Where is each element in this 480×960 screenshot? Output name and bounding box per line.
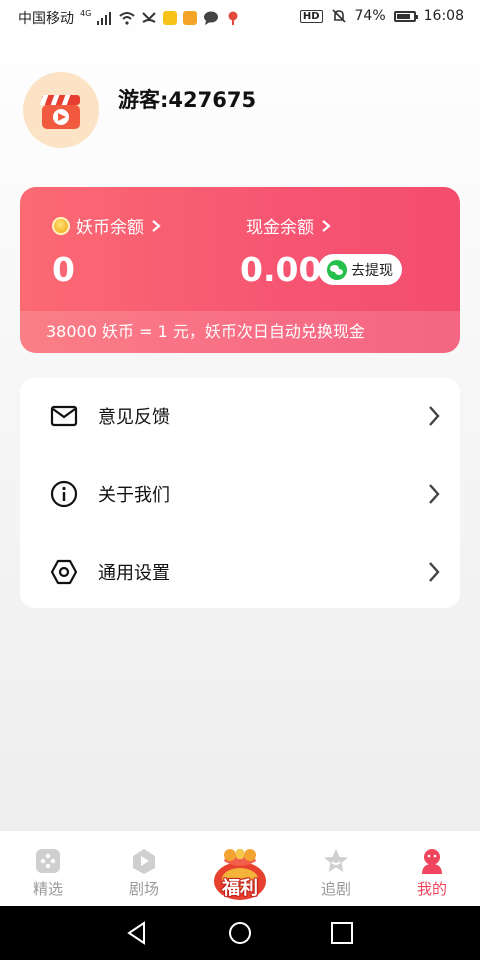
nav-tab-featured[interactable]: 精选 xyxy=(0,831,96,907)
info-icon xyxy=(50,480,78,508)
chevron-right-icon xyxy=(429,562,440,582)
avatar[interactable] xyxy=(23,72,99,148)
chevron-right-icon xyxy=(152,219,161,232)
clock: 16:08 xyxy=(423,8,464,24)
welfare-tab-label[interactable]: 福利 xyxy=(212,874,268,900)
carrier-name: 中国移动 xyxy=(18,11,74,27)
coin-icon xyxy=(52,216,70,235)
hd-badge: HD xyxy=(299,9,323,23)
menu-label: 通用设置 xyxy=(98,563,170,584)
tv-app-icon xyxy=(163,11,178,25)
nav-tab-mine[interactable]: 我的 xyxy=(384,831,480,907)
network-type: 4G xyxy=(80,8,92,18)
message-icon xyxy=(204,11,219,25)
app-notification-icon xyxy=(183,11,198,25)
exchange-note: 38000 妖币 = 1 元，妖币次日自动兑换现金 xyxy=(20,311,460,353)
nav-tab-following[interactable]: 追剧 xyxy=(288,831,384,907)
settings-hexagon-icon xyxy=(50,559,78,585)
menu-item-feedback[interactable]: 意见反馈 xyxy=(20,386,460,446)
coin-balance-value: 0 xyxy=(52,250,75,289)
play-icon xyxy=(133,849,155,874)
star-icon xyxy=(324,849,348,872)
chevron-right-icon xyxy=(322,219,331,232)
cash-balance-link[interactable]: 现金余额 xyxy=(246,213,332,238)
nav-tab-theater[interactable]: 剧场 xyxy=(96,831,192,907)
nav-label: 剧场 xyxy=(128,880,159,898)
recents-icon[interactable] xyxy=(329,920,355,946)
wechat-icon xyxy=(327,259,347,280)
menu-label: 意见反馈 xyxy=(98,407,170,428)
battery-percent: 74% xyxy=(354,8,386,24)
nav-label: 精选 xyxy=(32,880,63,898)
chevron-right-icon xyxy=(429,484,440,504)
cash-balance-value: 0.00 xyxy=(240,250,322,289)
username: 游客:427675 xyxy=(118,88,257,112)
home-icon[interactable] xyxy=(227,920,253,946)
status-bar: 中国移动 4G HD 74% 16:08 xyxy=(0,0,480,34)
user-icon xyxy=(422,849,442,874)
signal-icon xyxy=(97,12,112,25)
wallet-card: 妖币余额 0 现金余额 0.00 去提现 38000 妖币 = 1 元，妖币次日… xyxy=(20,187,460,353)
withdraw-label: 去提现 xyxy=(351,262,393,279)
coin-balance-label: 妖币余额 xyxy=(76,218,144,238)
missed-call-icon xyxy=(142,12,157,23)
nav-label: 追剧 xyxy=(320,880,351,898)
system-nav-bar xyxy=(0,906,480,960)
cash-balance-label: 现金余额 xyxy=(246,218,314,238)
menu-item-about[interactable]: 关于我们 xyxy=(20,464,460,524)
location-icon xyxy=(228,11,238,25)
battery-icon xyxy=(393,10,418,22)
clapperboard-icon xyxy=(39,95,80,129)
nav-label: 我的 xyxy=(416,880,447,898)
withdraw-button[interactable]: 去提现 xyxy=(318,254,402,285)
settings-menu: 意见反馈 关于我们 通用设置 xyxy=(20,378,460,608)
wifi-icon xyxy=(119,12,135,25)
mute-bell-icon xyxy=(331,9,346,23)
menu-item-settings[interactable]: 通用设置 xyxy=(20,542,460,602)
coin-balance-link[interactable]: 妖币余额 xyxy=(52,213,162,238)
featured-icon xyxy=(36,849,60,873)
mail-icon xyxy=(50,405,78,427)
chevron-right-icon xyxy=(429,406,440,426)
menu-label: 关于我们 xyxy=(98,485,170,506)
back-icon[interactable] xyxy=(124,920,150,946)
